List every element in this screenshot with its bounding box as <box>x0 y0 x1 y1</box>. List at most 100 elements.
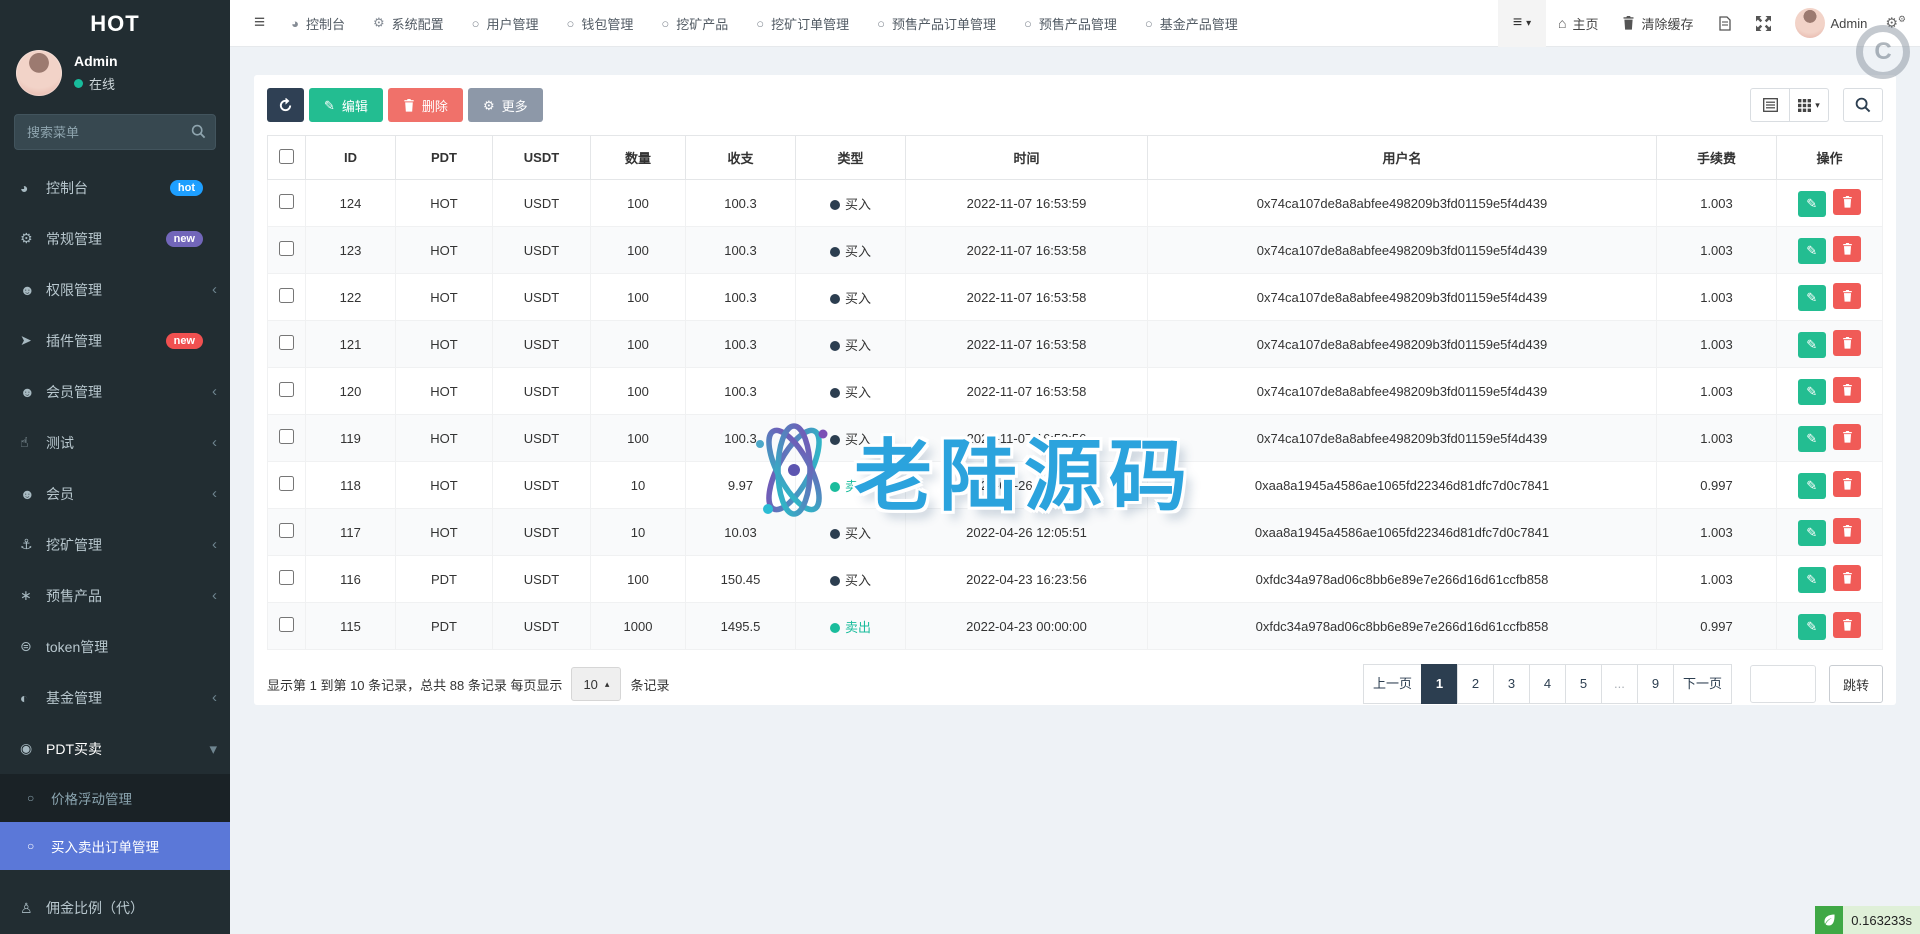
table-row[interactable]: 122 HOT USDT 100 100.3 买入 2022-11-07 16:… <box>268 274 1883 321</box>
page-button[interactable]: 3 <box>1493 664 1530 704</box>
row-checkbox[interactable] <box>279 523 294 538</box>
navbar-tab[interactable]: ◕ 控制台 <box>277 0 359 47</box>
select-all-checkbox[interactable] <box>279 149 294 164</box>
navbar-tab[interactable]: ○ 挖矿订单管理 <box>742 0 863 47</box>
more-button[interactable]: ⚙ 更多 <box>468 88 543 122</box>
row-edit-button[interactable]: ✎ <box>1798 238 1826 264</box>
row-edit-button[interactable]: ✎ <box>1798 614 1826 640</box>
page-button[interactable]: 上一页 <box>1363 664 1422 704</box>
fullscreen-button[interactable] <box>1744 0 1783 47</box>
row-delete-button[interactable] <box>1833 236 1861 262</box>
table-row[interactable]: 115 PDT USDT 1000 1495.5 卖出 2022-04-23 0… <box>268 603 1883 650</box>
clear-cache-button[interactable]: 清除缓存 <box>1610 0 1705 47</box>
settings-icon[interactable]: ⚙⚙ <box>1879 14 1920 32</box>
home-button[interactable]: ⌂ 主页 <box>1546 0 1610 47</box>
row-edit-button[interactable]: ✎ <box>1798 473 1826 499</box>
column-header[interactable]: 用户名 <box>1148 136 1657 180</box>
sidebar-menu-item[interactable]: ☻ 权限管理 ‹ <box>0 264 230 315</box>
table-row[interactable]: 118 HOT USDT 10 9.97 卖出 2022-04-26 12:05… <box>268 462 1883 509</box>
page-button[interactable]: 1 <box>1421 664 1458 704</box>
search-toggle-button[interactable] <box>1843 88 1883 122</box>
page-button[interactable]: 5 <box>1565 664 1602 704</box>
navbar-tab[interactable]: ○ 预售产品订单管理 <box>863 0 1010 47</box>
list-view-button[interactable] <box>1750 88 1790 122</box>
sidebar-menu-item[interactable]: ◕ 控制台 hot <box>0 162 230 213</box>
sidebar-menu-item[interactable]: ⚙ 常规管理 new <box>0 213 230 264</box>
row-checkbox[interactable] <box>279 382 294 397</box>
row-delete-button[interactable] <box>1833 330 1861 356</box>
column-header[interactable]: USDT <box>493 136 591 180</box>
table-row[interactable]: 116 PDT USDT 100 150.45 买入 2022-04-23 16… <box>268 556 1883 603</box>
column-header[interactable]: PDT <box>396 136 493 180</box>
table-row[interactable]: 120 HOT USDT 100 100.3 买入 2022-11-07 16:… <box>268 368 1883 415</box>
log-button[interactable] <box>1706 0 1744 47</box>
row-checkbox[interactable] <box>279 194 294 209</box>
navbar-tab[interactable]: ○ 挖矿产品 <box>647 0 742 47</box>
row-delete-button[interactable] <box>1833 518 1861 544</box>
row-delete-button[interactable] <box>1833 565 1861 591</box>
profile-button[interactable]: Admin <box>1783 0 1880 47</box>
row-checkbox[interactable] <box>279 429 294 444</box>
row-edit-button[interactable]: ✎ <box>1798 426 1826 452</box>
jump-page-input[interactable] <box>1750 665 1816 703</box>
row-checkbox[interactable] <box>279 570 294 585</box>
column-header[interactable]: 数量 <box>591 136 686 180</box>
table-row[interactable]: 124 HOT USDT 100 100.3 买入 2022-11-07 16:… <box>268 180 1883 227</box>
row-delete-button[interactable] <box>1833 471 1861 497</box>
row-checkbox[interactable] <box>279 617 294 632</box>
column-header[interactable]: 类型 <box>796 136 906 180</box>
sidebar-menu-item[interactable]: ∗ 预售产品 ‹ <box>0 570 230 621</box>
sidebar-submenu-item[interactable]: ○ 买入卖出订单管理 <box>0 822 230 870</box>
table-row[interactable]: 121 HOT USDT 100 100.3 买入 2022-11-07 16:… <box>268 321 1883 368</box>
navbar-tab[interactable]: ○ 预售产品管理 <box>1010 0 1131 47</box>
navbar-tab[interactable]: ○ 用户管理 <box>458 0 553 47</box>
navbar-tab[interactable]: ○ 钱包管理 <box>553 0 648 47</box>
row-checkbox[interactable] <box>279 476 294 491</box>
column-header[interactable]: 操作 <box>1777 136 1883 180</box>
jump-button[interactable]: 跳转 <box>1829 665 1883 703</box>
sidebar-submenu-item[interactable]: ○ 价格浮动管理 <box>0 774 230 822</box>
column-header[interactable]: 时间 <box>906 136 1148 180</box>
sidebar-menu-item[interactable]: ◉ PDT买卖 ▾ <box>0 723 230 774</box>
navbar-tab[interactable]: ○ 基金产品管理 <box>1131 0 1252 47</box>
sidebar-menu-item[interactable]: ◐ 基金管理 ‹ <box>0 672 230 723</box>
row-delete-button[interactable] <box>1833 612 1861 638</box>
columns-view-button[interactable]: ▾ <box>1789 88 1829 122</box>
edit-button[interactable]: ✎ 编辑 <box>309 88 383 122</box>
column-header[interactable]: 手续费 <box>1657 136 1777 180</box>
page-button[interactable]: 2 <box>1457 664 1494 704</box>
avatar[interactable] <box>16 50 62 96</box>
row-delete-button[interactable] <box>1833 283 1861 309</box>
column-header[interactable]: 收支 <box>686 136 796 180</box>
sidebar-menu-item[interactable]: ⊜ token管理 <box>0 621 230 672</box>
row-edit-button[interactable]: ✎ <box>1798 332 1826 358</box>
hamburger-icon[interactable]: ≡ <box>242 12 277 34</box>
row-edit-button[interactable]: ✎ <box>1798 285 1826 311</box>
sidebar-menu-item[interactable]: ⚓ 挖矿管理 ‹ <box>0 519 230 570</box>
sidebar-menu-item[interactable]: ☻ 会员管理 ‹ <box>0 366 230 417</box>
delete-button[interactable]: 删除 <box>388 88 463 122</box>
sidebar-menu-item[interactable]: ➤ 插件管理 new <box>0 315 230 366</box>
row-delete-button[interactable] <box>1833 189 1861 215</box>
sidebar-menu-item[interactable]: ☻ 会员 ‹ <box>0 468 230 519</box>
row-edit-button[interactable]: ✎ <box>1798 379 1826 405</box>
table-row[interactable]: 117 HOT USDT 10 10.03 买入 2022-04-26 12:0… <box>268 509 1883 556</box>
table-row[interactable]: 123 HOT USDT 100 100.3 买入 2022-11-07 16:… <box>268 227 1883 274</box>
row-delete-button[interactable] <box>1833 424 1861 450</box>
row-checkbox[interactable] <box>279 241 294 256</box>
row-edit-button[interactable]: ✎ <box>1798 191 1826 217</box>
column-header[interactable]: ID <box>306 136 396 180</box>
page-button[interactable]: 4 <box>1529 664 1566 704</box>
row-delete-button[interactable] <box>1833 377 1861 403</box>
table-row[interactable]: 119 HOT USDT 100 100.3 买入 2022-11-07 16:… <box>268 415 1883 462</box>
page-button[interactable]: 下一页 <box>1673 664 1732 704</box>
row-edit-button[interactable]: ✎ <box>1798 567 1826 593</box>
tabs-dropdown-button[interactable]: ≡ ▾ <box>1498 0 1546 47</box>
menu-search-input[interactable] <box>14 114 216 150</box>
row-checkbox[interactable] <box>279 288 294 303</box>
row-checkbox[interactable] <box>279 335 294 350</box>
page-button[interactable]: 9 <box>1637 664 1674 704</box>
page-size-select[interactable]: 10 ▴ <box>571 667 621 701</box>
sidebar-menu-item[interactable]: ☝ 测试 ‹ <box>0 417 230 468</box>
sidebar-menu-item[interactable]: ♙ 佣金比例（代） <box>0 882 230 934</box>
